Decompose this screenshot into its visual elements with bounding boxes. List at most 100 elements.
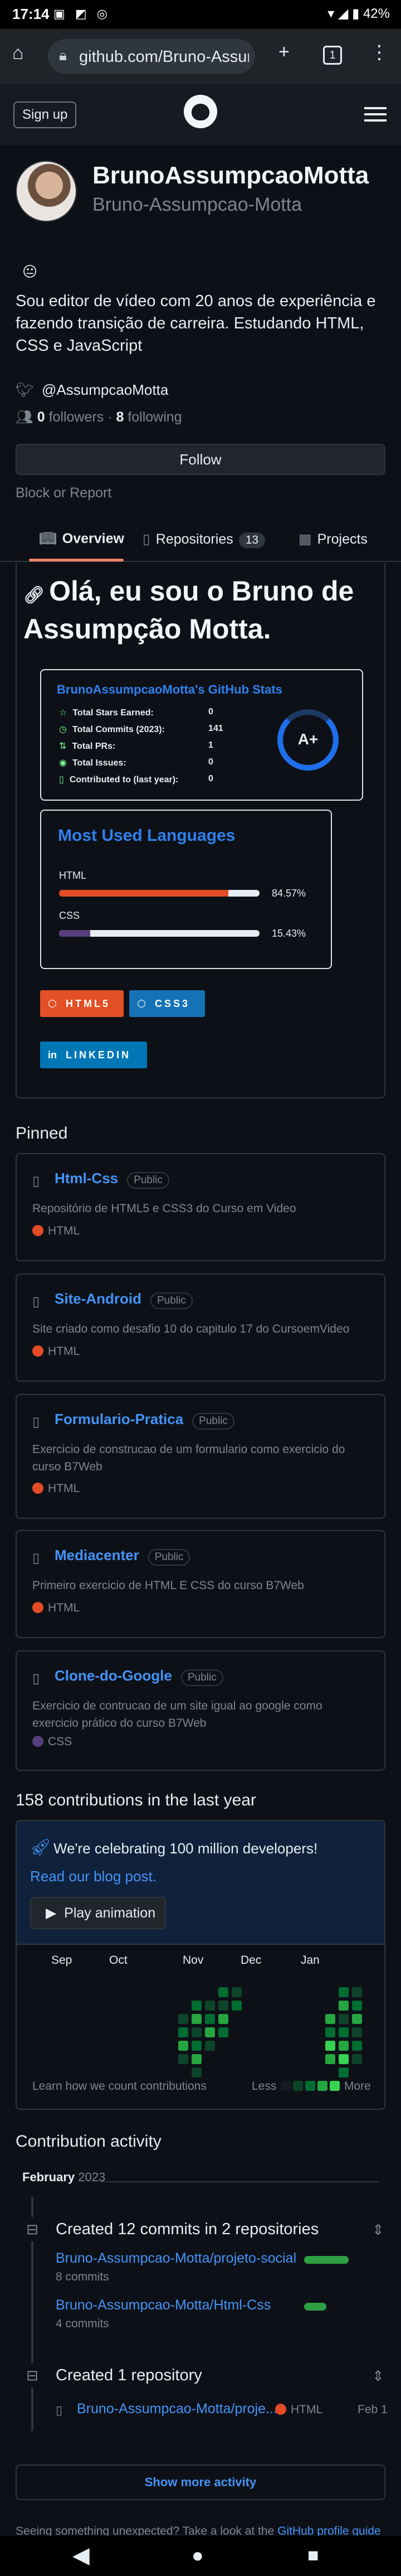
contribution-day-cell[interactable] (339, 2041, 349, 2051)
contribution-day-cell[interactable] (339, 2001, 349, 2011)
contribution-day-cell[interactable] (339, 1987, 349, 1997)
commit-repo-link[interactable]: Bruno-Assumpcao-Motta/projeto-social (56, 2250, 296, 2267)
pinned-repo-card[interactable]: ▯ Formulario-Pratica Public Exercicio de … (16, 1394, 385, 1519)
contribution-day-cell[interactable] (325, 2027, 335, 2037)
contribution-day-cell[interactable] (352, 1987, 362, 1997)
contribution-day-cell[interactable] (192, 2067, 202, 2078)
contribution-day-cell[interactable] (205, 2041, 215, 2051)
repo-name[interactable]: Formulario-Pratica (55, 1411, 183, 1427)
followers-label[interactable]: followers (49, 409, 104, 425)
pinned-repo-card[interactable]: ▯ Mediacenter Public Primeiro exercicio d… (16, 1530, 385, 1638)
contribution-day-cell[interactable] (192, 2001, 202, 2011)
notification-icons: ▣ ◩ ◎ (53, 7, 111, 21)
contribution-day-cell[interactable] (218, 2014, 228, 2024)
url-text[interactable]: github.com/Bruno-Assum (79, 48, 249, 66)
repo-name-link[interactable]: Clone-do-Google Public (55, 1667, 223, 1686)
commit-count[interactable]: 4 commits (56, 2317, 109, 2331)
contribution-day-cell[interactable] (352, 2054, 362, 2064)
home-icon[interactable]: ⌂ (12, 42, 24, 64)
show-more-activity-button[interactable]: Show more activity (16, 2464, 385, 2500)
contribution-day-cell[interactable] (339, 2067, 349, 2078)
repo-name-link[interactable]: Html-Css Public (55, 1170, 169, 1189)
collapse-icon[interactable]: ⇕ (372, 2367, 384, 2385)
blog-post-link[interactable]: Read our blog post. (30, 1868, 157, 1885)
hamburger-menu-icon[interactable] (364, 107, 387, 122)
github-stats-card[interactable]: BrunoAssumpcaoMotta's GitHub Stats ☆ Tota… (40, 669, 363, 801)
collapse-icon[interactable]: ⇕ (372, 2221, 384, 2239)
status-emoji[interactable]: 😐 (22, 263, 37, 280)
language-color-dot (32, 1225, 43, 1236)
contribution-day-cell[interactable] (205, 2014, 215, 2024)
tab-repositories[interactable]: ▯ Repositories 13 (143, 531, 266, 548)
repo-name[interactable]: Mediacenter (55, 1547, 139, 1563)
contribution-day-cell[interactable] (192, 2041, 202, 2051)
css3-badge[interactable]: ⬡ CSS3 (129, 990, 205, 1017)
linkedin-badge[interactable]: in LINKEDIN (40, 1042, 147, 1068)
contribution-day-cell[interactable] (352, 2001, 362, 2011)
contribution-day-cell[interactable] (232, 1987, 242, 1997)
more-menu-icon[interactable]: ⋮ (370, 41, 389, 64)
month-label: Oct (109, 1954, 128, 1967)
twitter-link[interactable]: 🐦︎ @AssumpcaoMotta (16, 381, 168, 399)
contribution-day-cell[interactable] (339, 2054, 349, 2064)
contribution-day-cell[interactable] (205, 2027, 215, 2037)
contribution-day-cell[interactable] (192, 2027, 202, 2037)
block-report-link[interactable]: Block or Report (16, 485, 111, 501)
github-logo-icon[interactable] (184, 95, 217, 128)
contribution-day-cell[interactable] (178, 2054, 188, 2064)
contribution-day-cell[interactable] (178, 2041, 188, 2051)
avatar[interactable] (16, 161, 77, 222)
repo-name[interactable]: Clone-do-Google (55, 1667, 172, 1684)
contribution-day-cell[interactable] (325, 2054, 335, 2064)
sign-up-button[interactable]: Sign up (13, 101, 77, 128)
contribution-day-cell[interactable] (352, 2041, 362, 2051)
contribution-day-cell[interactable] (178, 2014, 188, 2024)
contribution-day-cell[interactable] (218, 2001, 228, 2011)
pinned-repo-card[interactable]: ▯ Html-Css Public Repositório de HTML5 e … (16, 1153, 385, 1261)
pinned-repo-card[interactable]: ▯ Clone-do-Google Public Exercicio de con… (16, 1650, 385, 1771)
pinned-repo-card[interactable]: ▯ Site-Android Public Site criado como de… (16, 1274, 385, 1382)
recents-icon[interactable]: ■ (307, 2545, 319, 2567)
tab-switcher-button[interactable]: 1 (323, 46, 342, 65)
contribution-day-cell[interactable] (205, 2001, 215, 2011)
repo-name[interactable]: Html-Css (55, 1170, 118, 1187)
tab-projects[interactable]: ▦ Projects (299, 531, 368, 548)
contribution-day-cell[interactable] (339, 2014, 349, 2024)
address-bar[interactable]: 🔒︎ github.com/Bruno-Assum (48, 39, 255, 74)
twitter-handle[interactable]: @AssumpcaoMotta (42, 381, 168, 398)
following-label[interactable]: following (128, 409, 182, 425)
follow-button[interactable]: Follow (16, 444, 385, 475)
learn-contributions-link[interactable]: Learn how we count contributions (32, 2080, 207, 2093)
contribution-day-cell[interactable] (218, 2027, 228, 2037)
html5-badge[interactable]: ⬡ HTML5 (40, 990, 124, 1017)
commit-count[interactable]: 8 commits (56, 2270, 109, 2284)
contribution-day-cell[interactable] (192, 2054, 202, 2064)
back-icon[interactable]: ◀ (72, 2543, 90, 2568)
followers-count[interactable]: 0 (37, 409, 45, 425)
repo-name[interactable]: Site-Android (55, 1290, 141, 1307)
contribution-day-cell[interactable] (232, 2001, 242, 2011)
contribution-day-cell[interactable] (325, 2014, 335, 2024)
languages-card[interactable]: Most Used Languages HTML 84.57% CSS 15.4… (40, 810, 332, 969)
commit-repo-link[interactable]: Bruno-Assumpcao-Motta/Html-Css (56, 2297, 271, 2313)
tab-overview[interactable]: 📖︎ Overview (39, 531, 124, 547)
home-button-icon[interactable]: ● (192, 2544, 204, 2567)
repo-name-link[interactable]: Site-Android Public (55, 1290, 193, 1309)
repo-created-summary[interactable]: Created 1 repository (56, 2366, 202, 2385)
contribution-day-cell[interactable] (352, 2014, 362, 2024)
repo-name-link[interactable]: Mediacenter Public (55, 1547, 190, 1566)
following-count[interactable]: 8 (116, 409, 124, 425)
created-repo-link[interactable]: Bruno-Assumpcao-Motta/proje... (77, 2401, 277, 2417)
commits-summary[interactable]: Created 12 commits in 2 repositories (56, 2220, 319, 2239)
play-animation-button[interactable]: ▶ Play animation (30, 1897, 166, 1929)
new-tab-icon[interactable]: + (278, 41, 290, 63)
tab-projects-label: Projects (317, 531, 368, 547)
contribution-day-cell[interactable] (352, 2027, 362, 2037)
anchor-link-icon[interactable]: 🔗︎ (23, 586, 45, 604)
contribution-day-cell[interactable] (178, 2027, 188, 2037)
contribution-day-cell[interactable] (218, 1987, 228, 1997)
contribution-day-cell[interactable] (339, 2027, 349, 2037)
contribution-day-cell[interactable] (192, 2014, 202, 2024)
repo-name-link[interactable]: Formulario-Pratica Public (55, 1411, 234, 1430)
contribution-day-cell[interactable] (325, 2041, 335, 2051)
